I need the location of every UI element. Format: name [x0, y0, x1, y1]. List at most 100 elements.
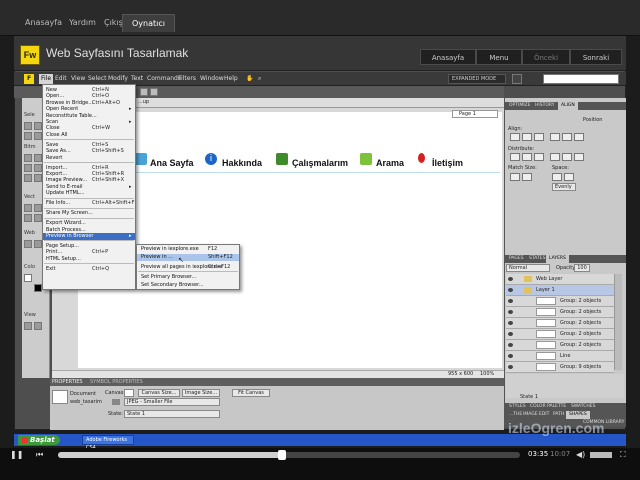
- match-height-icon[interactable]: [522, 173, 532, 181]
- eye-icon[interactable]: [508, 332, 513, 336]
- file-menu-item[interactable]: Reconstitute Table...: [46, 113, 97, 119]
- rectangle-tool-icon[interactable]: [24, 214, 32, 222]
- search-input[interactable]: [543, 74, 619, 84]
- hand-icon[interactable]: ✋: [246, 75, 253, 82]
- file-menu-item[interactable]: Update HTML...: [46, 190, 84, 196]
- eye-icon[interactable]: [508, 354, 513, 358]
- space-mode-select[interactable]: Evenly: [552, 183, 576, 191]
- file-menu-item[interactable]: Share My Screen...: [46, 210, 93, 216]
- file-menu-item[interactable]: Print...: [46, 249, 62, 255]
- image-size-button[interactable]: Image Size...: [182, 389, 220, 397]
- tab-align[interactable]: ALIGN: [558, 102, 578, 110]
- scale-tool-icon[interactable]: [24, 132, 32, 140]
- file-menu-item[interactable]: HTML Setup...: [46, 256, 81, 262]
- layer-object-row[interactable]: Group: 9 objects: [506, 362, 614, 373]
- file-menu-item[interactable]: Open Recent: [46, 106, 78, 112]
- tab-pages[interactable]: PAGES: [506, 255, 527, 263]
- file-menu-item[interactable]: Browse in Bridge...: [46, 100, 93, 106]
- file-menu-item[interactable]: Close: [46, 125, 60, 131]
- text-tool-icon[interactable]: [34, 214, 42, 222]
- distribute-icon[interactable]: [534, 153, 544, 161]
- tab-styles[interactable]: STYLES: [506, 403, 529, 411]
- zoom-icon[interactable]: ⌕: [258, 75, 261, 83]
- layer-object-row[interactable]: Group: 2 objects: [506, 340, 614, 351]
- align-bottom-icon[interactable]: [574, 133, 584, 141]
- anasayfa-button[interactable]: Anasayfa: [420, 49, 476, 65]
- distribute-icon[interactable]: [522, 153, 532, 161]
- marquee-tool-icon[interactable]: [24, 154, 32, 162]
- menu-commands[interactable]: Commands: [147, 75, 181, 82]
- tab-optimize[interactable]: OPTIMIZE: [506, 102, 533, 110]
- distribute-icon[interactable]: [550, 153, 560, 161]
- tab-shapes[interactable]: SHAPES: [566, 411, 590, 419]
- export-format-select[interactable]: JPEG - Smaller File: [124, 398, 220, 406]
- preview-submenu-item[interactable]: Preview in iexplore.exe: [141, 246, 199, 252]
- canvas-size-button[interactable]: Canvas Size...: [138, 389, 180, 397]
- align-left-icon[interactable]: [510, 133, 520, 141]
- layer-object-row[interactable]: Group: 2 objects: [506, 318, 614, 329]
- eye-icon[interactable]: [508, 365, 513, 369]
- layers-scrollbar[interactable]: [614, 274, 622, 370]
- volume-slider[interactable]: [590, 452, 612, 458]
- align-top-icon[interactable]: [550, 133, 560, 141]
- tab-image-edit[interactable]: IMAGE EDIT: [520, 411, 552, 419]
- file-menu-item[interactable]: Exit: [46, 266, 55, 272]
- file-menu-item[interactable]: Save As...: [46, 148, 71, 154]
- menu-filters[interactable]: Filters: [178, 75, 196, 82]
- file-menu-item[interactable]: Preview in Browser: [43, 233, 135, 240]
- eye-icon[interactable]: [508, 321, 513, 325]
- eye-icon[interactable]: [508, 299, 513, 303]
- file-menu-item[interactable]: Export...: [46, 171, 67, 177]
- toolbar-button[interactable]: [140, 88, 148, 96]
- layer-object-row[interactable]: Group: 2 objects: [506, 329, 614, 340]
- taskbar-item-fireworks[interactable]: Adobe Fireworks CS4...: [82, 435, 134, 451]
- menu-view[interactable]: View: [71, 75, 85, 82]
- previous-icon[interactable]: ⏮: [36, 450, 43, 460]
- canvas[interactable]: [78, 112, 502, 368]
- eye-icon[interactable]: [508, 310, 513, 314]
- align-middle-icon[interactable]: [562, 133, 572, 141]
- file-menu-item[interactable]: Close All: [46, 132, 67, 138]
- line-tool-icon[interactable]: [24, 204, 32, 212]
- pointer-tool-icon[interactable]: [24, 122, 32, 130]
- layer-object-row[interactable]: Group: 2 objects: [506, 307, 614, 318]
- match-width-icon[interactable]: [510, 173, 520, 181]
- stroke-color-swatch[interactable]: [24, 274, 32, 282]
- onceki-button[interactable]: Önceki: [522, 49, 570, 65]
- preview-submenu-item[interactable]: Set Primary Browser...: [141, 274, 196, 280]
- subselect-tool-icon[interactable]: [34, 122, 42, 130]
- wand-tool-icon[interactable]: [24, 164, 32, 172]
- document-tab[interactable]: ...up: [138, 99, 149, 105]
- page-selector[interactable]: Page 1: [452, 110, 498, 118]
- space-vertical-icon[interactable]: [552, 173, 562, 181]
- opacity-input[interactable]: 100: [574, 264, 590, 272]
- fullscreen-icon[interactable]: ⛶: [620, 450, 626, 460]
- distribute-icon[interactable]: [510, 153, 520, 161]
- menu-help[interactable]: Help: [224, 75, 238, 82]
- tab-path[interactable]: PATH: [550, 411, 567, 419]
- crop-tool-icon[interactable]: [34, 132, 42, 140]
- file-menu-item[interactable]: Scan: [46, 119, 58, 125]
- lasso-tool-icon[interactable]: [34, 154, 42, 162]
- file-menu-item[interactable]: Send to E-mail: [46, 184, 82, 190]
- tab-symbol-properties[interactable]: SYMBOL PROPERTIES: [90, 379, 143, 385]
- file-menu-item[interactable]: Batch Process...: [46, 227, 86, 233]
- eye-icon[interactable]: [508, 288, 513, 292]
- tab-swatches[interactable]: SWATCHES: [568, 403, 599, 411]
- file-menu-item[interactable]: Open...: [46, 93, 64, 99]
- fill-color-swatch[interactable]: [34, 284, 42, 292]
- pause-icon[interactable]: ❚❚: [10, 450, 23, 459]
- layer-object-row[interactable]: Line: [506, 351, 614, 362]
- slice-tool-icon[interactable]: [34, 240, 42, 248]
- tab-history[interactable]: HISTORY: [532, 102, 557, 110]
- file-menu-item[interactable]: Save: [46, 142, 58, 148]
- layer-row[interactable]: Web Layer: [506, 274, 614, 285]
- sonraki-button[interactable]: Sonraki: [570, 49, 622, 65]
- bridge-icon[interactable]: [512, 74, 522, 84]
- fit-canvas-button[interactable]: Fit Canvas: [232, 389, 270, 397]
- menu-button[interactable]: Menu: [476, 49, 522, 65]
- workspace-mode-select[interactable]: EXPANDED MODE: [448, 74, 506, 84]
- layer-object-row[interactable]: Group: 2 objects: [506, 296, 614, 307]
- zoom-level[interactable]: 100%: [480, 371, 494, 377]
- blend-mode-select[interactable]: Normal: [506, 264, 550, 272]
